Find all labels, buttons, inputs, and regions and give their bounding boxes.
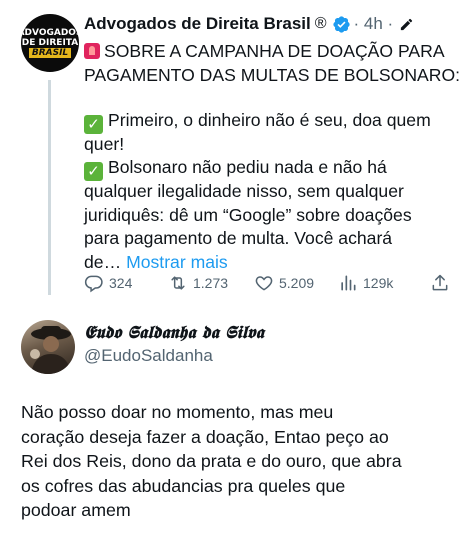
- tweet-line: juridiquês: dê um “Google” sobre doações: [84, 204, 412, 225]
- show-more-link[interactable]: Mostrar mais: [126, 252, 228, 272]
- reply-line: Rei dos Reis, dono da prata e do ouro, q…: [21, 451, 402, 471]
- views-button[interactable]: 129k: [338, 271, 393, 295]
- reply-line: Não posso doar no momento, mas meu: [21, 402, 334, 422]
- tweet-timestamp[interactable]: · 4h ·: [354, 14, 394, 34]
- verified-badge-icon[interactable]: [332, 15, 351, 34]
- thread-connector-line: [48, 80, 51, 295]
- like-count: 5.209: [279, 275, 315, 291]
- heart-icon: [255, 276, 273, 291]
- retweet-icon: [171, 276, 185, 290]
- tweet-line: qualquer ilegalidade nisso, sem qualquer: [84, 180, 404, 201]
- reply-line: podoar amem: [21, 500, 131, 520]
- like-button[interactable]: 5.209: [254, 271, 314, 295]
- check-mark-emoji-icon: ✓: [84, 115, 103, 135]
- reply-icon: [84, 275, 103, 293]
- share-icon: [432, 274, 448, 291]
- tweet-text: SOBRE A CAMPANHA DE DOAÇÃO PARA PAGAMENT…: [84, 40, 469, 274]
- tweet-actions: 324 1.273 5.209 129k: [84, 271, 460, 295]
- avatar-text-1: ADVOGADOS: [21, 28, 79, 38]
- author-name[interactable]: Advogados de Direita Brasil: [84, 14, 311, 34]
- tweet-line: quer!: [84, 133, 125, 154]
- author-avatar[interactable]: ADVOGADOS DE DIREITA BRASIL: [21, 14, 79, 72]
- tweet-line: ✓ Bolsonaro não pediu nada e não há: [84, 156, 469, 182]
- share-button[interactable]: [430, 271, 455, 295]
- reply-line: coração deseja fazer a doação, Entao peç…: [21, 426, 389, 447]
- view-count: 129k: [363, 275, 394, 291]
- reply-author-name[interactable]: 𝕰𝖚𝖉𝖔 𝕾𝖆𝖑𝖉𝖆𝖓𝖍𝖆 𝖉𝖆 𝕾𝖎𝖑𝖛𝖆: [84, 323, 264, 343]
- tweet-header: Advogados de Direita Brasil ® · 4h ·: [84, 12, 414, 36]
- tweet-line: ✓ Primeiro, o dinheiro não é seu, doa que…: [84, 109, 469, 135]
- check-mark-emoji-icon: ✓: [84, 162, 103, 182]
- avatar-text-3: BRASIL: [28, 48, 72, 58]
- reply-button[interactable]: 324: [84, 271, 132, 295]
- reply-author-handle[interactable]: @EudoSaldanha: [84, 346, 213, 366]
- registered-mark: ®: [314, 15, 327, 32]
- avatar-text-2: DE DIREITA: [21, 38, 79, 48]
- reply-author-avatar[interactable]: [21, 320, 75, 374]
- reply-count: 324: [109, 275, 133, 291]
- tweet-line: SOBRE A CAMPANHA DE DOAÇÃO PARA: [84, 40, 469, 64]
- reply-text: Não posso doar no momento, mas meu coraç…: [21, 400, 466, 523]
- parent-tweet[interactable]: ADVOGADOS DE DIREITA BRASIL Advogados de…: [0, 0, 474, 300]
- retweet-button[interactable]: 1.273: [168, 271, 228, 295]
- edit-pencil-icon: [401, 18, 413, 30]
- avatar-photo-icon: [30, 326, 71, 374]
- tweet-line: para pagamento de multa. Você achará: [84, 228, 393, 249]
- tweet-line: PAGAMENTO DAS MULTAS DE BOLSONARO:: [84, 64, 461, 85]
- retweet-count: 1.273: [193, 275, 229, 291]
- reply-line: os cofres das abudancias pra queles que: [21, 475, 346, 496]
- siren-emoji-icon: [84, 43, 100, 59]
- views-chart-icon: [341, 275, 356, 291]
